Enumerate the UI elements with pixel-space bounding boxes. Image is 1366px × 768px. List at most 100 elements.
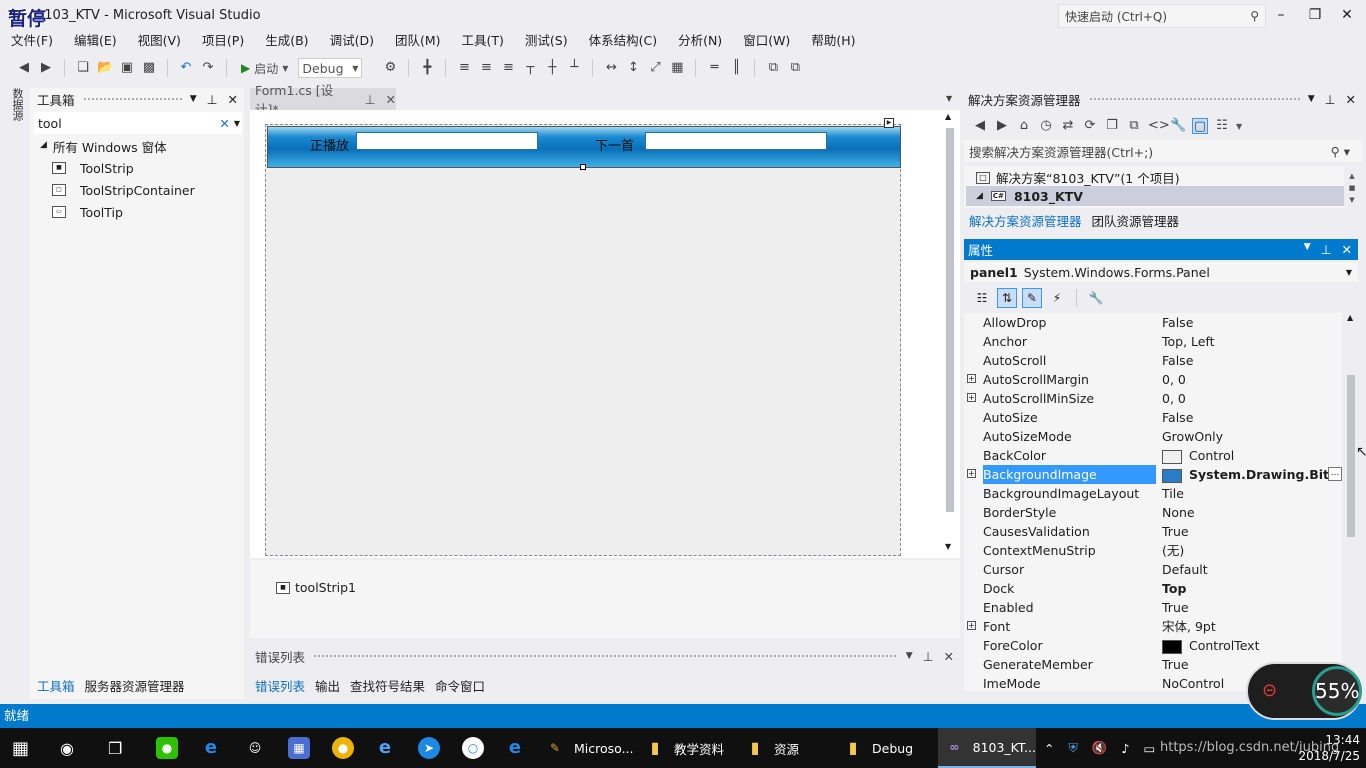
taskbar-app-8[interactable]: ○ <box>462 728 484 768</box>
find-icon[interactable]: ⚙ <box>382 60 398 76</box>
close-icon[interactable]: ✕ <box>1346 92 1356 107</box>
chevron-down-icon[interactable]: ▼ <box>1304 242 1311 257</box>
refresh-icon[interactable]: ⟳ <box>1082 118 1098 134</box>
cortana-button[interactable]: ◉ <box>60 728 74 768</box>
label-next-song[interactable]: 下一首 <box>595 135 634 154</box>
battery-icon[interactable]: ▭ <box>1143 741 1155 756</box>
restore-button[interactable]: ❐ <box>1300 4 1330 26</box>
property-value[interactable]: 0, 0 <box>1162 389 1340 408</box>
pin-icon[interactable]: ⊥ <box>923 649 934 664</box>
toolbox-item-tooltip[interactable]: ▭ ToolTip <box>52 202 123 222</box>
save-all-icon[interactable]: ▩ <box>141 60 157 76</box>
menu-build[interactable]: 生成(B) <box>254 32 318 52</box>
property-value[interactable]: Tile <box>1162 484 1340 503</box>
property-value[interactable]: True <box>1162 522 1340 541</box>
taskbar-qq[interactable]: ☺ <box>244 728 266 768</box>
tab-form1-design[interactable]: Form1.cs [设计]* ⊥ ✕ <box>250 83 396 117</box>
property-row[interactable]: + BackgroundImage System.Drawing.Bitma... <box>964 465 1342 484</box>
property-row[interactable]: AutoSizeMode GrowOnly <box>964 427 1342 446</box>
pin-icon[interactable]: ⊥ <box>365 92 376 107</box>
menu-project[interactable]: 项目(P) <box>191 32 254 52</box>
align-middles-icon[interactable]: ┼ <box>544 60 560 76</box>
close-icon[interactable]: ✕ <box>944 649 954 664</box>
align-centers-icon[interactable]: ≡ <box>478 60 494 76</box>
property-value[interactable]: Control <box>1162 446 1340 465</box>
property-row[interactable]: CausesValidation True <box>964 522 1342 541</box>
menu-window[interactable]: 窗口(W) <box>732 32 800 52</box>
property-row[interactable]: AllowDrop False <box>964 313 1342 332</box>
make-same-height-icon[interactable]: ↕ <box>625 60 641 76</box>
property-value[interactable]: False <box>1162 408 1340 427</box>
show-all-files-icon[interactable]: ⧉ <box>1126 118 1142 134</box>
toolbox-group-header[interactable]: ◢ 所有 Windows 窗体 <box>40 137 167 156</box>
clear-search-icon[interactable]: ✕ <box>219 116 229 131</box>
textbox-next-song[interactable] <box>645 132 827 150</box>
property-row[interactable]: + AutoScrollMargin 0, 0 <box>964 370 1342 389</box>
align-lefts-icon[interactable]: ≡ <box>456 60 472 76</box>
chevron-down-icon[interactable]: ▼ <box>946 94 952 103</box>
align-tops-icon[interactable]: ┬ <box>522 60 538 76</box>
property-row[interactable]: AutoSize False <box>964 408 1342 427</box>
home-icon[interactable]: ⌂ <box>1016 118 1032 134</box>
menu-debug[interactable]: 调试(D) <box>319 32 384 52</box>
chevron-down-icon[interactable]: ▼ <box>906 651 913 661</box>
data-sources-tab[interactable]: 数据源 <box>10 88 24 121</box>
properties-icon[interactable]: ✎ <box>1022 288 1042 308</box>
menu-view[interactable]: 视图(V) <box>127 32 191 52</box>
pin-icon[interactable]: ⊥ <box>1321 242 1332 257</box>
toolbox-item-toolstripcontainer[interactable]: □ ToolStripContainer <box>52 180 195 200</box>
forward-icon[interactable]: ▶ <box>38 60 54 76</box>
property-row[interactable]: BackgroundImageLayout Tile <box>964 484 1342 503</box>
property-grid-scrollbar[interactable]: ▲ <box>1344 313 1358 691</box>
horizontal-spacing-icon[interactable]: ═ <box>706 60 722 76</box>
pin-icon[interactable]: ⊥ <box>1325 92 1336 107</box>
vertical-spacing-icon[interactable]: ║ <box>728 60 744 76</box>
menu-team[interactable]: 团队(M) <box>384 32 451 52</box>
taskbar-app-7[interactable]: ➤ <box>418 728 440 768</box>
microphone-icon[interactable]: ♪ <box>1121 741 1129 756</box>
form1-canvas[interactable] <box>265 124 901 556</box>
taskbar-folder-debug[interactable]: ▮ Debug <box>842 728 934 768</box>
close-window-button[interactable]: ✕ <box>1332 4 1362 26</box>
tab-toolbox[interactable]: 工具箱 <box>32 676 80 695</box>
properties-object-selector[interactable]: panel1 System.Windows.Forms.Panel ▼ <box>964 262 1358 282</box>
sync-icon[interactable]: ⇄ <box>1060 118 1076 134</box>
chevron-down-icon[interactable]: ▼ <box>234 119 240 128</box>
property-value[interactable]: (无) <box>1162 541 1340 560</box>
property-value[interactable]: Top, Left <box>1162 332 1340 351</box>
properties-wrench-icon[interactable]: 🔧 <box>1170 118 1186 134</box>
menu-edit[interactable]: 编辑(E) <box>63 32 127 52</box>
chevron-down-icon[interactable]: ▼ <box>1236 122 1242 131</box>
shield-icon[interactable]: ⛨ <box>1068 740 1077 756</box>
property-row[interactable]: BackColor Control <box>964 446 1342 465</box>
chevron-down-icon[interactable]: ▼ <box>190 94 197 104</box>
property-row[interactable]: BorderStyle None <box>964 503 1342 522</box>
menu-architecture[interactable]: 体系结构(C) <box>578 32 667 52</box>
expand-plus-icon[interactable]: + <box>967 469 976 478</box>
save-icon[interactable]: ▣ <box>119 60 135 76</box>
task-view-button[interactable]: ❐ <box>108 728 122 768</box>
property-row[interactable]: + Font 宋体, 9pt <box>964 617 1342 636</box>
scroll-down-icon[interactable]: ▼ <box>945 542 951 551</box>
smart-tag-icon[interactable]: ▶ <box>884 118 894 128</box>
new-project-icon[interactable]: ❏ <box>75 60 91 76</box>
property-value[interactable]: GrowOnly <box>1162 427 1340 446</box>
drag-grip[interactable] <box>1088 96 1300 102</box>
property-value[interactable]: False <box>1162 351 1340 370</box>
expand-plus-icon[interactable]: + <box>967 621 976 630</box>
forward-icon[interactable]: ▶ <box>994 118 1010 134</box>
scrollbar-thumb[interactable] <box>946 128 954 512</box>
scroll-up-icon[interactable]: ▲ <box>1347 313 1353 322</box>
expand-plus-icon[interactable]: + <box>967 393 976 402</box>
property-value[interactable]: Top <box>1162 579 1340 598</box>
menu-tools[interactable]: 工具(T) <box>451 32 514 52</box>
property-row[interactable]: Anchor Top, Left <box>964 332 1342 351</box>
tab-output[interactable]: 输出 <box>310 676 345 695</box>
align-to-grid-icon[interactable]: ╋ <box>419 60 435 76</box>
back-icon[interactable]: ◀ <box>972 118 988 134</box>
chevron-down-icon[interactable]: ▼ <box>1308 94 1315 104</box>
property-value[interactable]: True <box>1162 598 1340 617</box>
tab-find-symbol-results[interactable]: 查找符号结果 <box>345 676 430 695</box>
start-debug-button[interactable]: ▶ 启动 ▼ <box>237 60 292 77</box>
scroll-up-icon[interactable]: ▲ <box>945 112 951 121</box>
